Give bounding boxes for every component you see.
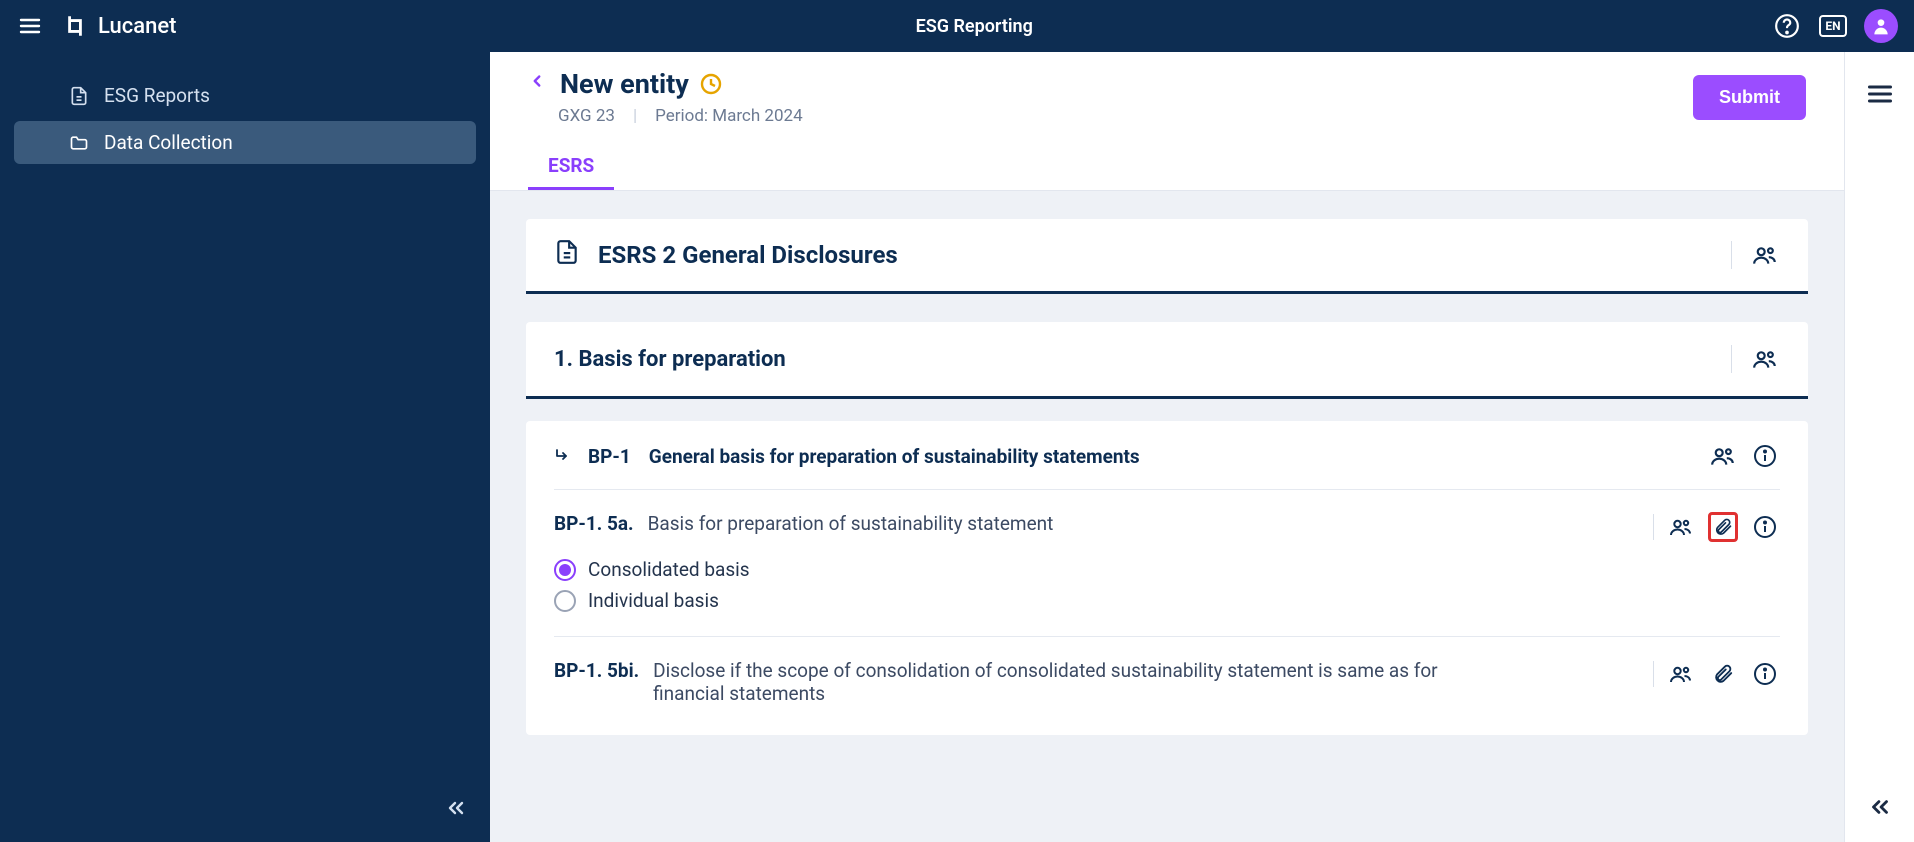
page-title: New entity [560,68,689,100]
question-item: BP-1. 5a. Basis for preparation of susta… [554,490,1780,637]
language-code: EN [1819,15,1846,37]
menu-toggle-button[interactable] [16,12,44,40]
question-code: BP-1. 5bi. [554,659,639,682]
separator: | [633,106,637,126]
brand-mark-icon [62,13,88,39]
help-button[interactable] [1772,11,1802,41]
folder-icon [68,132,90,154]
sidebar-item-label: ESG Reports [104,84,210,107]
separator [1731,241,1732,269]
assignees-button[interactable] [1708,441,1738,471]
period-label: Period: March 2024 [655,106,803,126]
radio-icon [554,559,576,581]
user-icon [1871,16,1891,36]
question-text: Basis for preparation of sustainability … [648,512,1054,535]
radio-option-consolidated[interactable]: Consolidated basis [554,558,1780,581]
assignees-button[interactable] [1750,240,1780,270]
info-button[interactable] [1750,659,1780,689]
attachment-button[interactable] [1708,659,1738,689]
section-title: ESRS 2 General Disclosures [598,241,898,269]
disclosure-code: BP-1 [588,445,631,468]
radio-label: Consolidated basis [588,558,750,581]
main-area: New entity GXG 23 | Period: March 2024 S… [490,52,1844,842]
indent-arrow-icon [554,446,574,466]
tab-esrs[interactable]: ESRS [528,144,614,190]
radio-icon [554,590,576,612]
sidebar: ESG Reports Data Collection [0,52,490,842]
right-rail-collapse-button[interactable] [1867,794,1893,824]
assignees-button[interactable] [1750,344,1780,374]
radio-option-individual[interactable]: Individual basis [554,589,1780,612]
brand-text: Lucanet [98,14,176,39]
document-icon [554,239,580,271]
radio-group: Consolidated basis Individual basis [554,558,1780,612]
subsection-card: 1. Basis for preparation [526,322,1808,399]
separator [1653,514,1654,540]
sidebar-item-data-collection[interactable]: Data Collection [14,121,476,164]
submit-button[interactable]: Submit [1693,75,1806,120]
pending-status-icon [699,72,723,96]
info-button[interactable] [1750,512,1780,542]
radio-label: Individual basis [588,589,719,612]
assignees-button[interactable] [1666,512,1696,542]
right-rail [1844,52,1914,842]
question-code: BP-1. 5a. [554,512,634,535]
disclosure-block: BP-1 General basis for preparation of su… [526,421,1808,735]
question-item: BP-1. 5bi. Disclose if the scope of cons… [554,637,1780,729]
brand-logo: Lucanet [62,13,176,39]
assignees-button[interactable] [1666,659,1696,689]
subsection-title: 1. Basis for preparation [554,347,786,372]
sidebar-collapse-button[interactable] [444,796,468,824]
content-scroll[interactable]: ESRS 2 General Disclosures 1. Basis for … [490,191,1844,842]
attachment-button[interactable] [1708,512,1738,542]
entity-code: GXG 23 [558,106,615,126]
back-button[interactable] [528,69,546,100]
separator [1731,345,1732,373]
disclosure-title: General basis for preparation of sustain… [649,445,1140,468]
document-icon [68,85,90,107]
main-header: New entity GXG 23 | Period: March 2024 S… [490,52,1844,191]
app-title: ESG Reporting [176,16,1772,37]
right-panel-menu-button[interactable] [1862,76,1898,112]
info-button[interactable] [1750,441,1780,471]
language-button[interactable]: EN [1818,11,1848,41]
user-avatar-button[interactable] [1864,9,1898,43]
topbar: Lucanet ESG Reporting EN [0,0,1914,52]
section-card: ESRS 2 General Disclosures [526,219,1808,294]
question-text: Disclose if the scope of consolidation o… [653,659,1513,705]
sidebar-item-esg-reports[interactable]: ESG Reports [14,74,476,117]
sidebar-item-label: Data Collection [104,131,233,154]
separator [1653,661,1654,687]
